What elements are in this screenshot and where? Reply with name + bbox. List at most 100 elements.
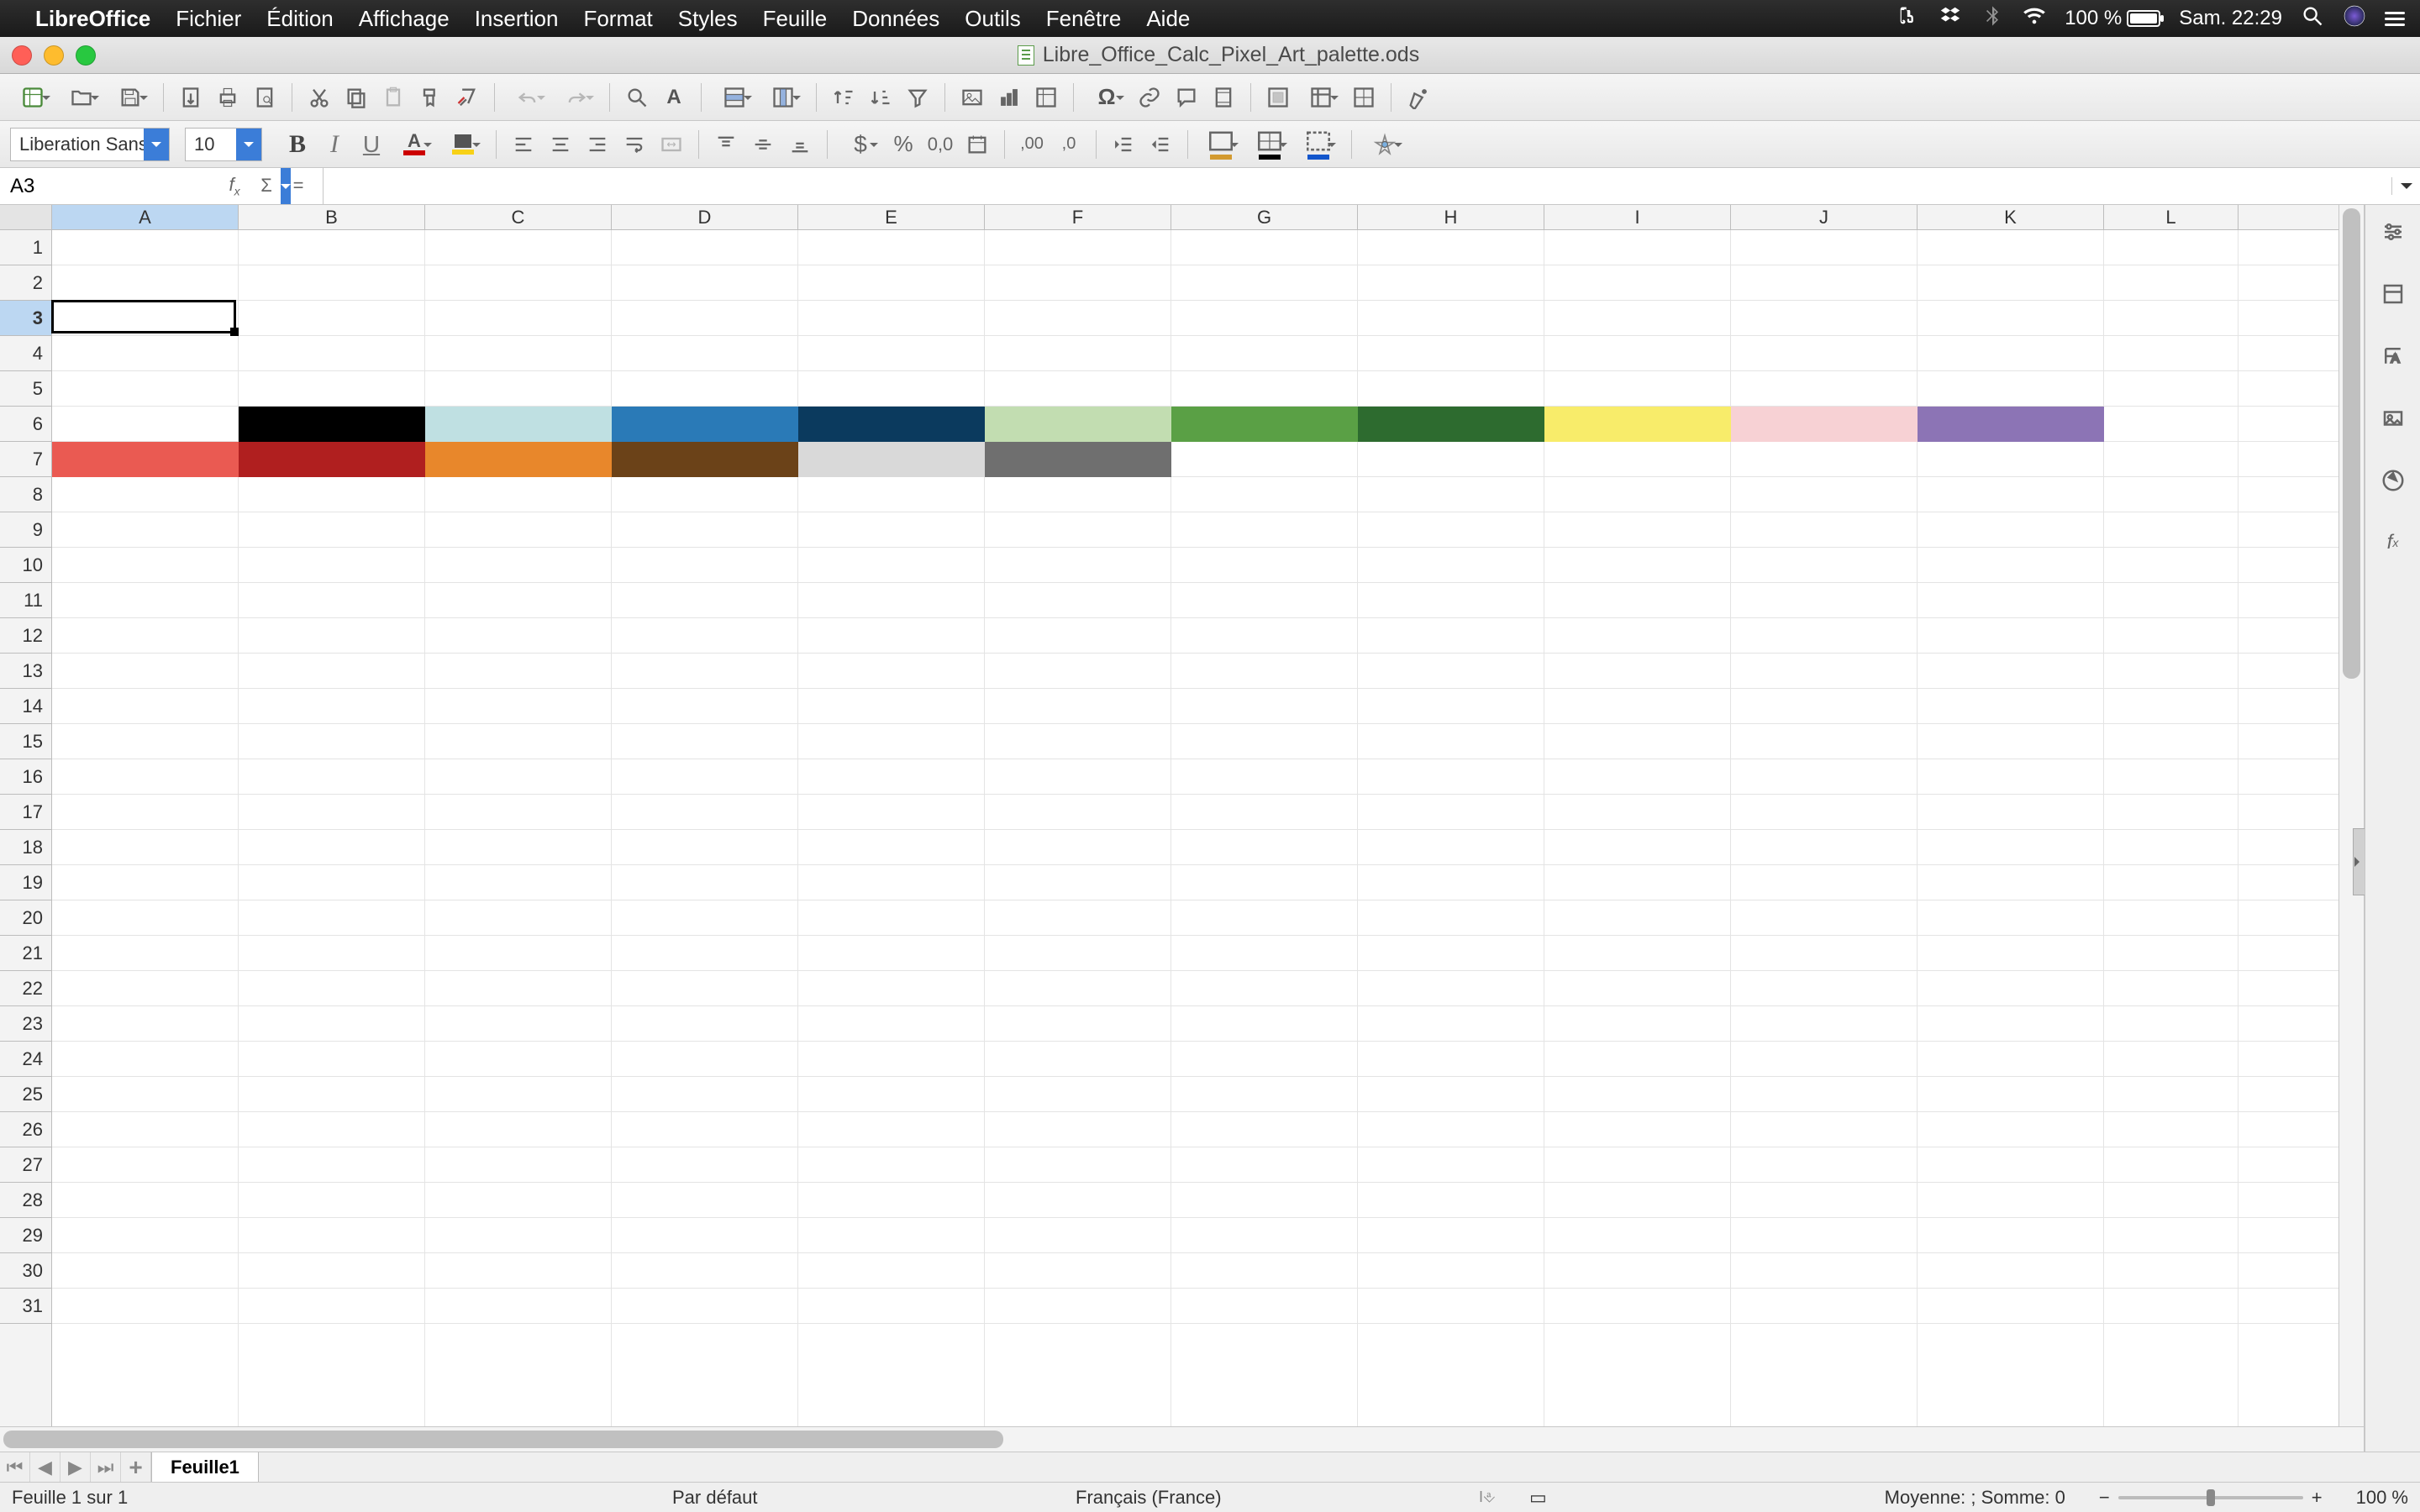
row-header-14[interactable]: 14 bbox=[0, 689, 51, 724]
menu-feuille[interactable]: Feuille bbox=[763, 6, 828, 32]
open-button[interactable] bbox=[59, 81, 104, 114]
sort-asc-button[interactable] bbox=[827, 81, 860, 114]
export-pdf-button[interactable] bbox=[174, 81, 208, 114]
palette-cell[interactable] bbox=[1358, 407, 1544, 442]
align-top-button[interactable] bbox=[709, 128, 743, 161]
row-header-29[interactable]: 29 bbox=[0, 1218, 51, 1253]
align-left-button[interactable] bbox=[507, 128, 540, 161]
row-header-13[interactable]: 13 bbox=[0, 654, 51, 689]
col-header-H[interactable]: H bbox=[1358, 205, 1544, 229]
row-header-26[interactable]: 26 bbox=[0, 1112, 51, 1147]
menu-insertion[interactable]: Insertion bbox=[475, 6, 559, 32]
menu-aide[interactable]: Aide bbox=[1146, 6, 1190, 32]
wifi-tray-icon[interactable] bbox=[2023, 4, 2046, 34]
col-header-E[interactable]: E bbox=[798, 205, 985, 229]
zoom-in-button[interactable]: + bbox=[2312, 1487, 2323, 1509]
sheet-tab-active[interactable]: Feuille1 bbox=[151, 1452, 259, 1482]
new-document-button[interactable] bbox=[10, 81, 55, 114]
sidebar-styles-icon[interactable]: A bbox=[2375, 338, 2412, 375]
col-header-J[interactable]: J bbox=[1731, 205, 1918, 229]
copy-button[interactable] bbox=[339, 81, 373, 114]
font-name-combo[interactable]: Liberation Sans bbox=[10, 128, 170, 161]
spotlight-icon[interactable] bbox=[2301, 4, 2324, 34]
palette-cell[interactable] bbox=[1544, 407, 1731, 442]
palette-cell[interactable] bbox=[1918, 407, 2104, 442]
col-header-K[interactable]: K bbox=[1918, 205, 2104, 229]
col-header-I[interactable]: I bbox=[1544, 205, 1731, 229]
row-header-15[interactable]: 15 bbox=[0, 724, 51, 759]
palette-cell[interactable] bbox=[612, 442, 798, 477]
sidebar-navigator-icon[interactable] bbox=[2375, 462, 2412, 499]
row-header-12[interactable]: 12 bbox=[0, 618, 51, 654]
palette-cell[interactable] bbox=[52, 442, 239, 477]
menu-fenetre[interactable]: Fenêtre bbox=[1046, 6, 1122, 32]
row-header-23[interactable]: 23 bbox=[0, 1006, 51, 1042]
paste-button[interactable] bbox=[376, 81, 410, 114]
wrap-text-button[interactable] bbox=[618, 128, 651, 161]
italic-button[interactable]: I bbox=[318, 128, 351, 161]
status-page-style[interactable]: Par défaut bbox=[672, 1487, 758, 1509]
palette-cell[interactable] bbox=[239, 407, 425, 442]
clone-formatting-button[interactable] bbox=[413, 81, 447, 114]
row-header-22[interactable]: 22 bbox=[0, 971, 51, 1006]
formula-input[interactable] bbox=[323, 168, 2391, 204]
menu-outils[interactable]: Outils bbox=[965, 6, 1020, 32]
vertical-scrollbar[interactable] bbox=[2338, 205, 2364, 1426]
row-header-20[interactable]: 20 bbox=[0, 900, 51, 936]
font-size-combo[interactable]: 10 bbox=[185, 128, 262, 161]
status-aggregate[interactable]: Moyenne: ; Somme: 0 bbox=[1885, 1487, 2065, 1509]
row-header-3[interactable]: 3 bbox=[0, 301, 51, 336]
row-header-4[interactable]: 4 bbox=[0, 336, 51, 371]
name-box[interactable] bbox=[0, 168, 210, 204]
insert-chart-button[interactable] bbox=[992, 81, 1026, 114]
palette-cell[interactable] bbox=[1731, 407, 1918, 442]
conditional-formatting-button[interactable] bbox=[1362, 128, 1407, 161]
row-header-28[interactable]: 28 bbox=[0, 1183, 51, 1218]
tab-next-button[interactable]: ▶ bbox=[60, 1452, 91, 1482]
menu-affichage[interactable]: Affichage bbox=[359, 6, 450, 32]
remove-decimal-button[interactable]: ,0 bbox=[1052, 128, 1086, 161]
app-menu[interactable]: LibreOffice bbox=[35, 6, 150, 32]
dropbox-tray-icon[interactable] bbox=[1939, 4, 1962, 34]
autofilter-button[interactable] bbox=[901, 81, 934, 114]
col-header-G[interactable]: G bbox=[1171, 205, 1358, 229]
number-format-button[interactable]: 0,0 bbox=[923, 128, 957, 161]
palette-cell[interactable] bbox=[798, 442, 985, 477]
palette-cell[interactable] bbox=[985, 407, 1171, 442]
decrease-indent-button[interactable] bbox=[1144, 128, 1177, 161]
bluetooth-tray-icon[interactable] bbox=[1981, 4, 2004, 34]
increase-indent-button[interactable] bbox=[1107, 128, 1140, 161]
row-header-2[interactable]: 2 bbox=[0, 265, 51, 301]
date-format-button[interactable] bbox=[960, 128, 994, 161]
spellcheck-button[interactable]: A bbox=[657, 81, 691, 114]
col-header-B[interactable]: B bbox=[239, 205, 425, 229]
row-headers[interactable]: 1234567891011121314151617181920212223242… bbox=[0, 230, 52, 1426]
headers-footers-button[interactable] bbox=[1207, 81, 1240, 114]
row-header-8[interactable]: 8 bbox=[0, 477, 51, 512]
status-insert-mode[interactable]: I⎀ bbox=[1479, 1488, 1495, 1506]
zoom-level[interactable]: 100 % bbox=[2356, 1487, 2408, 1509]
status-language[interactable]: Français (France) bbox=[1076, 1487, 1222, 1509]
row-header-17[interactable]: 17 bbox=[0, 795, 51, 830]
window-close-button[interactable] bbox=[12, 45, 32, 66]
row-ops-button[interactable] bbox=[712, 81, 757, 114]
siri-icon[interactable] bbox=[2343, 4, 2366, 34]
zoom-out-button[interactable]: − bbox=[2099, 1487, 2110, 1509]
row-header-19[interactable]: 19 bbox=[0, 865, 51, 900]
menu-edition[interactable]: Édition bbox=[266, 6, 334, 32]
sidebar-gallery-icon[interactable] bbox=[2375, 400, 2412, 437]
align-bottom-button[interactable] bbox=[783, 128, 817, 161]
battery-indicator[interactable]: 100 % bbox=[2065, 7, 2160, 30]
undo-button[interactable] bbox=[505, 81, 550, 114]
row-header-9[interactable]: 9 bbox=[0, 512, 51, 548]
status-selection-mode[interactable]: ▭ bbox=[1529, 1487, 1547, 1509]
window-minimize-button[interactable] bbox=[44, 45, 64, 66]
add-sheet-button[interactable]: + bbox=[121, 1452, 151, 1482]
function-wizard-button[interactable]: fx bbox=[222, 174, 247, 197]
row-header-21[interactable]: 21 bbox=[0, 936, 51, 971]
merge-cells-button[interactable] bbox=[655, 128, 688, 161]
row-header-25[interactable]: 25 bbox=[0, 1077, 51, 1112]
define-print-area-button[interactable] bbox=[1261, 81, 1295, 114]
row-header-18[interactable]: 18 bbox=[0, 830, 51, 865]
tab-last-button[interactable]: ⏭ bbox=[91, 1452, 121, 1482]
